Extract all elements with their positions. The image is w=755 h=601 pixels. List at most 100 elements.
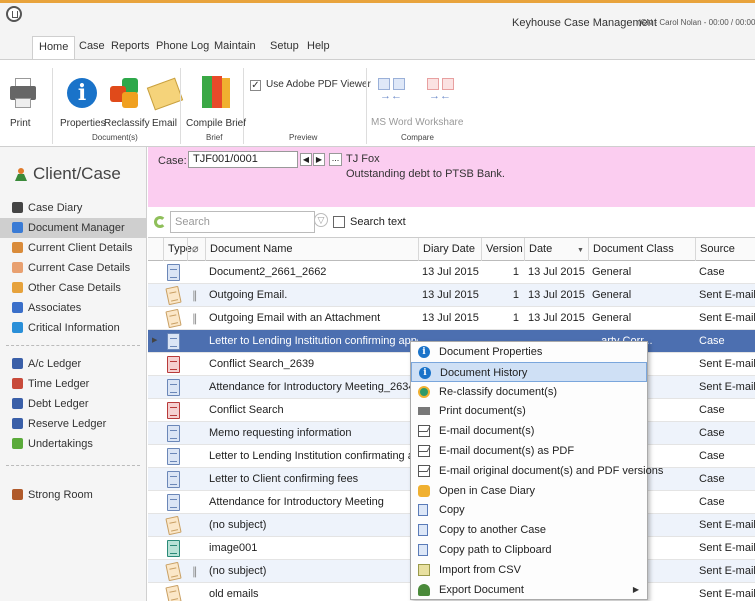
sidebar-item-debt-ledger[interactable]: Debt Ledger xyxy=(0,394,147,414)
cell-source: Case xyxy=(699,473,725,485)
col-type[interactable]: Type xyxy=(163,238,192,261)
cell-source: Case xyxy=(699,266,725,278)
cell-source: Sent E-mail xyxy=(699,289,755,301)
menu-item-export-document[interactable]: Export Document ▶ xyxy=(411,580,647,600)
email-icon xyxy=(418,464,430,477)
info-icon: i xyxy=(419,366,431,379)
menu-item-copy-to-another-case[interactable]: Copy to another Case xyxy=(411,520,647,540)
image-document-icon xyxy=(167,540,180,557)
table-row[interactable]: ∥ Outgoing Email. 13 Jul 2015 1 13 Jul 2015 G… xyxy=(148,284,755,307)
tab-setup[interactable]: Setup xyxy=(270,40,299,52)
search-bar: ▽ Search text xyxy=(148,207,755,237)
sidebar-item-time-ledger[interactable]: Time Ledger xyxy=(0,374,147,394)
sidebar-item-other-case-details[interactable]: Other Case Details xyxy=(0,278,147,298)
tab-case[interactable]: Case xyxy=(79,40,105,52)
sidebar-item-current-client-details[interactable]: Current Client Details xyxy=(0,238,147,258)
col-date-label: Date xyxy=(529,243,553,255)
nav-header: Client/Case xyxy=(33,164,121,183)
case-number-input[interactable]: TJF001/0001 xyxy=(188,151,298,168)
menu-item-e-mail-document-s[interactable]: E-mail document(s) xyxy=(411,421,647,441)
cell-document-name: Outgoing Email. xyxy=(209,289,288,301)
menu-item-label: Copy xyxy=(439,504,465,517)
menu-item-print-document-s[interactable]: Print document(s) xyxy=(411,401,647,421)
sidebar-item-case-diary[interactable]: Case Diary xyxy=(0,198,147,218)
ribbon: Print i Properties Reclassify Email Docu… xyxy=(0,59,755,147)
printer-icon xyxy=(10,78,36,110)
table-row[interactable]: Document2_2661_2662 13 Jul 2015 1 13 Jul 20… xyxy=(148,261,755,284)
menu-item-document-history[interactable]: i Document History xyxy=(411,361,647,382)
left-nav: Client/Case Case Diary Document Manager Cu… xyxy=(0,147,147,601)
sidebar-item-current-case-details[interactable]: Current Case Details xyxy=(0,258,147,278)
menu-item-label: E-mail document(s) xyxy=(439,425,535,438)
case-label: Case: xyxy=(158,155,187,167)
copy-icon xyxy=(418,524,428,537)
refresh-icon[interactable] xyxy=(154,216,166,228)
email-document-icon xyxy=(165,308,182,329)
table-row[interactable]: ∥ Outgoing Email with an Attachment 13 Jul… xyxy=(148,307,755,330)
row-selector-icon: ▶ xyxy=(152,337,158,344)
word-document-icon xyxy=(167,448,180,465)
col-document-name[interactable]: Document Name xyxy=(205,238,418,261)
case-client-name: TJ Fox xyxy=(346,153,380,165)
prev-case-button[interactable]: ◀ xyxy=(300,153,312,166)
undertakings-icon xyxy=(12,438,23,449)
chevron-down-icon[interactable]: ▽ xyxy=(314,213,328,227)
menu-item-copy[interactable]: Copy xyxy=(411,500,647,520)
reserve-ledger-icon xyxy=(12,418,23,429)
cell-document-name: Memo requesting information xyxy=(209,427,352,439)
cell-document-name: Attendance for Introductory Meeting xyxy=(209,496,384,508)
menu-item-label: Document Properties xyxy=(439,346,543,358)
search-input[interactable] xyxy=(170,211,315,233)
col-source[interactable]: Source xyxy=(695,238,755,261)
sidebar-item-undertakings[interactable]: Undertakings xyxy=(0,434,147,454)
col-diary-date[interactable]: Diary Date xyxy=(418,238,481,261)
sidebar-item-reserve-ledger[interactable]: Reserve Ledger xyxy=(0,414,147,434)
menu-item-open-in-case-diary[interactable]: Open in Case Diary xyxy=(411,481,647,501)
sidebar-item-critical-information[interactable]: Critical Information xyxy=(0,318,147,338)
menu-item-e-mail-original-document-s-and-pdf-versions[interactable]: E-mail original document(s) and PDF vers… xyxy=(411,461,663,481)
tab-phone-log[interactable]: Phone Log xyxy=(156,40,209,52)
cell-source: Case xyxy=(699,496,725,508)
tab-reports[interactable]: Reports xyxy=(111,40,150,52)
menu-item-e-mail-document-s-as-pdf[interactable]: E-mail document(s) as PDF xyxy=(411,441,647,461)
menu-item-document-properties[interactable]: i Document Properties xyxy=(411,342,647,362)
col-attachment[interactable]: ⌀ xyxy=(187,238,205,261)
menu-item-label: Import from CSV xyxy=(439,563,521,576)
menu-item-re-classify-document-s[interactable]: Re-classify document(s) xyxy=(411,382,647,402)
search-text-checkbox[interactable] xyxy=(333,216,345,228)
use-adobe-pdf-label: Use Adobe PDF Viewer xyxy=(266,79,371,90)
cell-source: Sent E-mail xyxy=(699,565,755,577)
sidebar-item-label: Critical Information xyxy=(28,322,120,334)
next-case-button[interactable]: ▶ xyxy=(313,153,325,166)
email-icon xyxy=(418,445,430,457)
cell-source: Sent E-mail xyxy=(699,588,755,600)
compare-arrows-icon: →← xyxy=(380,90,402,102)
case-browse-button[interactable]: ... xyxy=(329,153,342,166)
print-label: Print xyxy=(10,118,31,129)
menu-item-copy-path-to-clipboard[interactable]: Copy path to Clipboard xyxy=(411,540,647,560)
sidebar-item-strong-room[interactable]: Strong Room xyxy=(0,485,147,505)
copy-icon xyxy=(418,504,428,517)
email-document-icon xyxy=(165,561,182,582)
tab-home[interactable]: Home xyxy=(32,36,76,61)
sidebar-item-label: Reserve Ledger xyxy=(28,418,107,430)
tab-maintain[interactable]: Maintain xyxy=(214,40,256,52)
menu-item-import-from-csv[interactable]: Import from CSV xyxy=(411,560,647,580)
workshare-compare-icon-2 xyxy=(442,78,454,90)
use-adobe-pdf-checkbox[interactable]: ✓ xyxy=(250,80,261,91)
grid-header: Type ⌀ Document Name Diary Date Version … xyxy=(148,237,755,261)
sidebar-item-associates[interactable]: Associates xyxy=(0,298,147,318)
case-diary-icon xyxy=(418,484,430,497)
col-version[interactable]: Version xyxy=(481,238,524,261)
col-document-class[interactable]: Document Class xyxy=(588,238,695,261)
menu-item-label: E-mail original document(s) and PDF vers… xyxy=(439,464,664,477)
sidebar-item-document-manager[interactable]: Document Manager xyxy=(0,218,147,238)
menu-item-label: Open in Case Diary xyxy=(439,484,535,497)
cell-document-class: General xyxy=(592,289,632,301)
tab-help[interactable]: Help xyxy=(307,40,330,52)
sidebar-item-a-c-ledger[interactable]: A/c Ledger xyxy=(0,354,147,374)
associates-icon xyxy=(12,302,23,313)
case-details-icon xyxy=(12,262,23,273)
email-document-icon xyxy=(165,285,182,306)
copy-icon xyxy=(418,544,428,556)
